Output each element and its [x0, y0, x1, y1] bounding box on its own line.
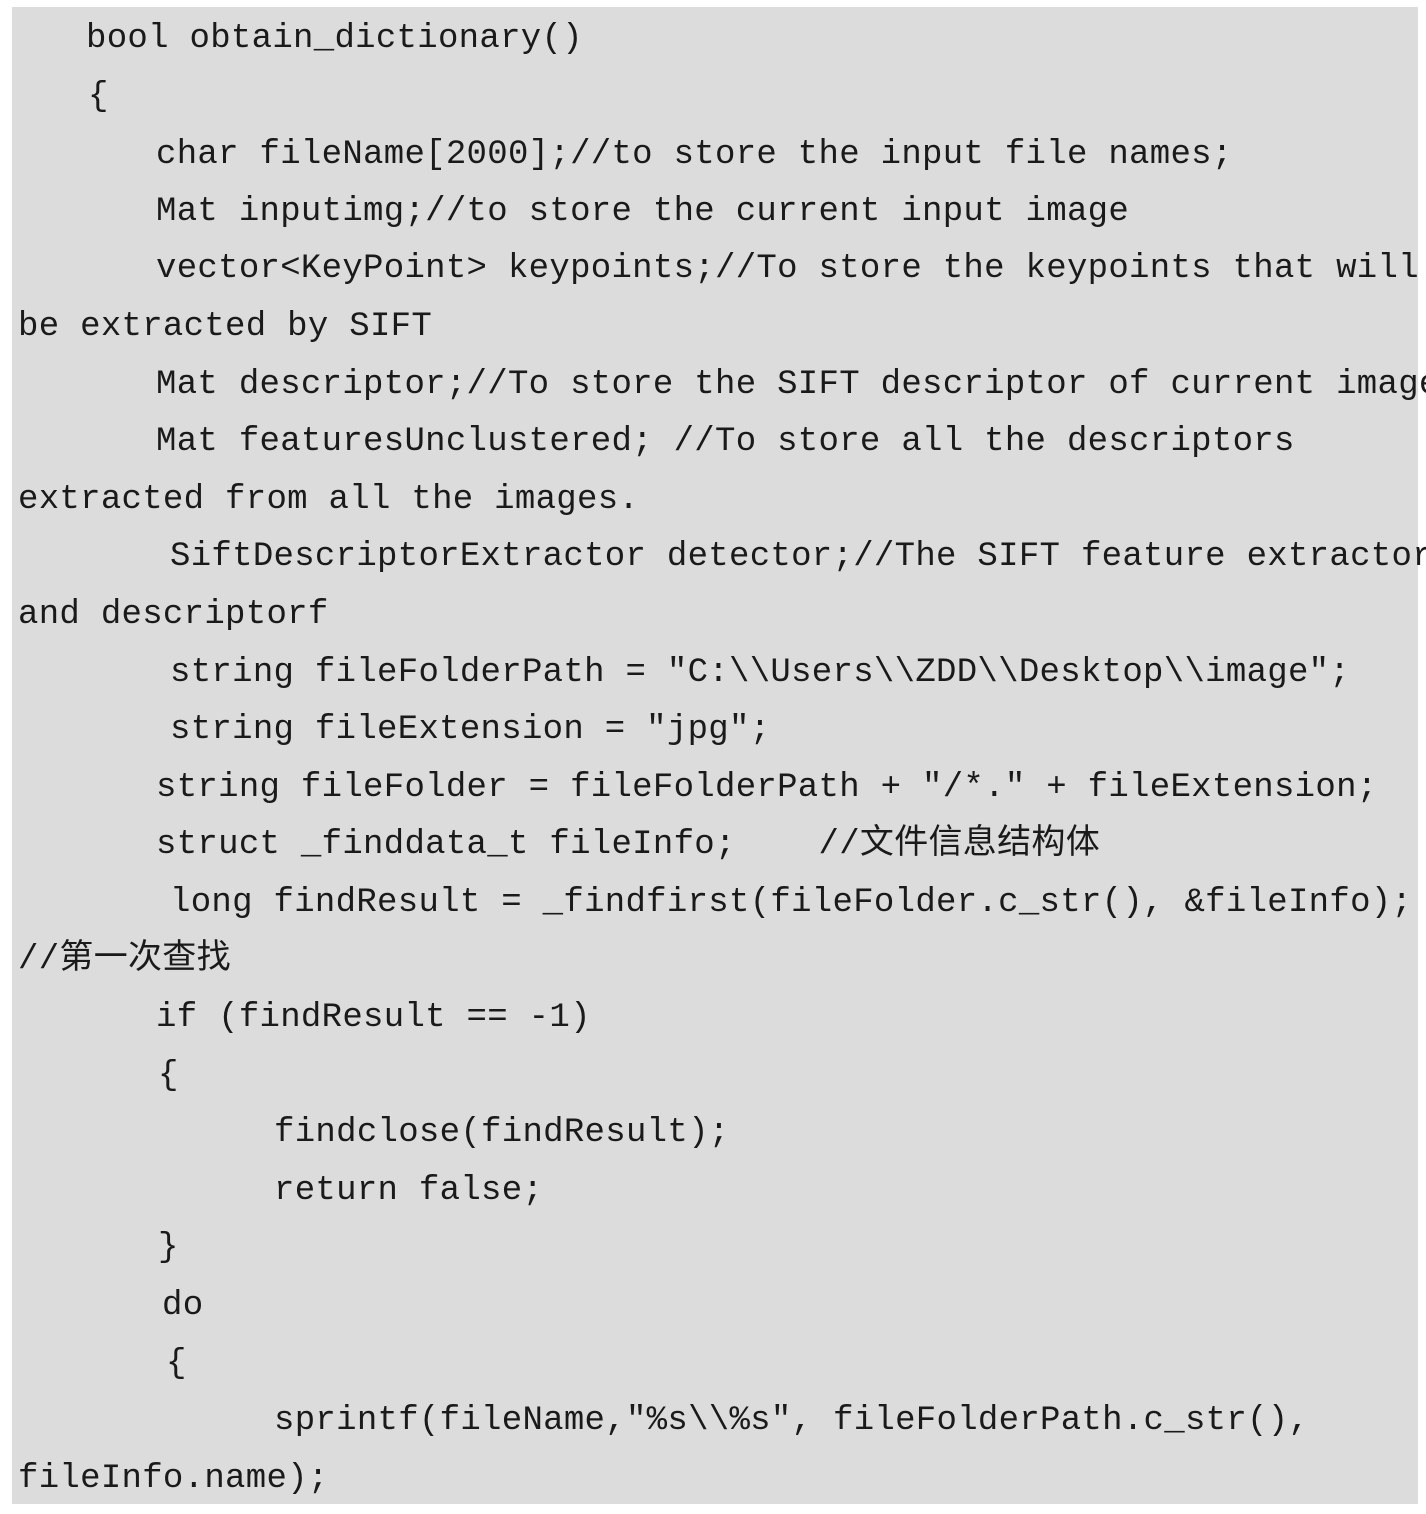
code-listing: bool obtain_dictionary() { char fileName… [12, 7, 1426, 1504]
code-line: { [166, 1345, 187, 1383]
code-line: do [162, 1287, 204, 1325]
code-line: char fileName[2000];//to store the input… [156, 136, 1233, 174]
code-line: string fileFolder = fileFolderPath + "/*… [156, 769, 1378, 807]
code-line: } [158, 1229, 179, 1267]
code-line: findclose(findResult); [274, 1114, 730, 1152]
code-line: long findResult = _findfirst(fileFolder.… [170, 884, 1413, 922]
code-line: sprintf(fileName,"%s\\%s", fileFolderPat… [274, 1402, 1310, 1440]
code-line: be extracted by SIFT [18, 308, 433, 346]
code-line: fileInfo.name); [18, 1460, 329, 1498]
code-line: if (findResult == -1) [156, 999, 591, 1037]
code-line: bool obtain_dictionary() [86, 20, 583, 58]
code-line: SiftDescriptorExtractor detector;//The S… [170, 538, 1426, 576]
code-line: Mat descriptor;//To store the SIFT descr… [156, 366, 1426, 404]
code-line: Mat featuresUnclustered; //To store all … [156, 423, 1295, 461]
code-line: struct _finddata_t fileInfo; //文件信息结构体 [156, 826, 1101, 864]
code-line: string fileExtension = "jpg"; [170, 711, 771, 749]
code-line: string fileFolderPath = "C:\\Users\\ZDD\… [170, 654, 1351, 692]
code-line: //第一次查找 [18, 941, 231, 979]
code-line: { [158, 1057, 179, 1095]
code-line: and descriptorf [18, 596, 329, 634]
code-line: Mat inputimg;//to store the current inpu… [156, 193, 1130, 231]
code-line: return false; [274, 1172, 544, 1210]
code-line: { [88, 78, 109, 116]
code-line: vector<KeyPoint> keypoints;//To store th… [156, 250, 1419, 288]
code-line: extracted from all the images. [18, 481, 640, 519]
